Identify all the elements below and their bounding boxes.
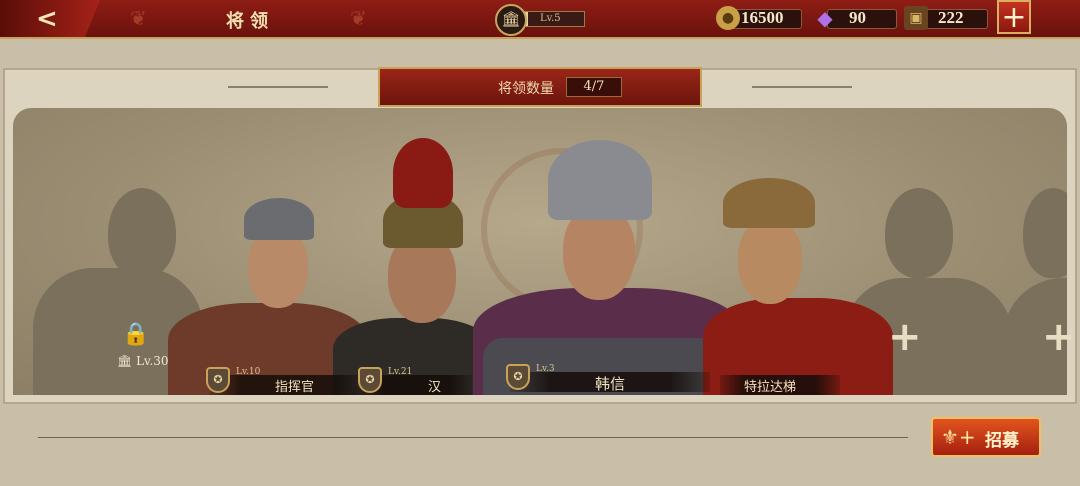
hero-count-value: 4/7	[566, 77, 622, 97]
hero-level: Lv.10	[236, 367, 261, 377]
rank-badge-icon: ✪	[358, 367, 382, 393]
add-slot-button[interactable]: +	[1042, 314, 1076, 360]
add-resource-button[interactable]: +	[997, 0, 1031, 34]
helmet-crest	[393, 138, 453, 208]
divider-right	[752, 86, 852, 88]
laurel-right-icon: ❦	[350, 6, 367, 30]
hero-portrait	[738, 218, 802, 304]
temple-icon: 🏛	[117, 354, 137, 368]
resource-supply[interactable]: ▣ 222	[904, 6, 988, 30]
silhouette-head	[885, 188, 953, 278]
silhouette-head	[108, 188, 176, 278]
back-arrow-icon: <	[36, 4, 58, 34]
hero-nameplate-3[interactable]: ✪ Lv.3 韩信	[506, 364, 710, 393]
hero-count-label: 将领数量	[498, 81, 554, 97]
supply-icon: ▣	[904, 6, 928, 30]
divider-left	[228, 86, 328, 88]
locked-slot-level: 🏛 Lv.30	[117, 354, 169, 368]
temple-icon: 🏛	[495, 4, 527, 36]
hero-level: Lv.21	[388, 367, 413, 377]
laurel-left-icon: ❦	[130, 6, 147, 30]
resource-gold[interactable]: ● 16500	[716, 6, 802, 30]
gem-value: 90	[849, 8, 866, 27]
level-progress-bar: Lv.5	[521, 11, 585, 27]
hero-nameplate-2[interactable]: ✪ Lv.21 汉	[358, 367, 472, 395]
hero-level: Lv.3	[536, 364, 555, 374]
silhouette-head	[1023, 188, 1067, 278]
top-bar: < ❦ 将领 ❦ Lv.5 🏛 ● 16500 ◆ 90 ▣ 222 +	[0, 0, 1080, 39]
add-slot-button[interactable]: +	[888, 314, 922, 360]
building-level[interactable]: Lv.5 🏛	[495, 4, 585, 36]
hero-card-4[interactable]	[693, 178, 893, 395]
recruit-helmet-icon: ⚜+	[941, 425, 976, 449]
hero-name: 特拉达梯	[744, 380, 797, 395]
rank-badge-icon: ✪	[506, 364, 530, 390]
hero-name: 指挥官	[275, 380, 315, 395]
gold-value: 16500	[741, 8, 784, 27]
page-title: 将领	[226, 11, 274, 32]
recruit-label: 招募	[985, 431, 1019, 451]
supply-value: 222	[938, 8, 964, 27]
hero-nameplate-1[interactable]: ✪ Lv.10 指挥官	[206, 367, 365, 395]
hero-portrait	[248, 228, 308, 308]
hero-portrait	[563, 206, 635, 300]
level-text: Lv.5	[540, 13, 561, 24]
back-button[interactable]: <	[0, 0, 100, 37]
hero-name: 韩信	[595, 375, 626, 393]
purple-gem-icon: ◆	[817, 6, 833, 30]
helmet-icon	[244, 198, 314, 240]
gold-coin-icon: ●	[716, 6, 740, 30]
recruit-button[interactable]: ⚜+ 招募	[931, 417, 1041, 457]
bottom-divider	[38, 437, 908, 438]
rank-badge-icon: ✪	[206, 367, 230, 393]
hero-nameplate-4[interactable]: 特拉达梯	[720, 375, 840, 395]
helmet-icon	[548, 140, 652, 220]
lock-icon: 🔒	[122, 322, 150, 347]
hero-count-banner: 将领数量 4/7	[378, 67, 702, 107]
resource-gem[interactable]: ◆ 90	[813, 6, 897, 30]
hero-name: 汉	[428, 380, 442, 395]
lion-pelt-icon	[723, 178, 815, 228]
